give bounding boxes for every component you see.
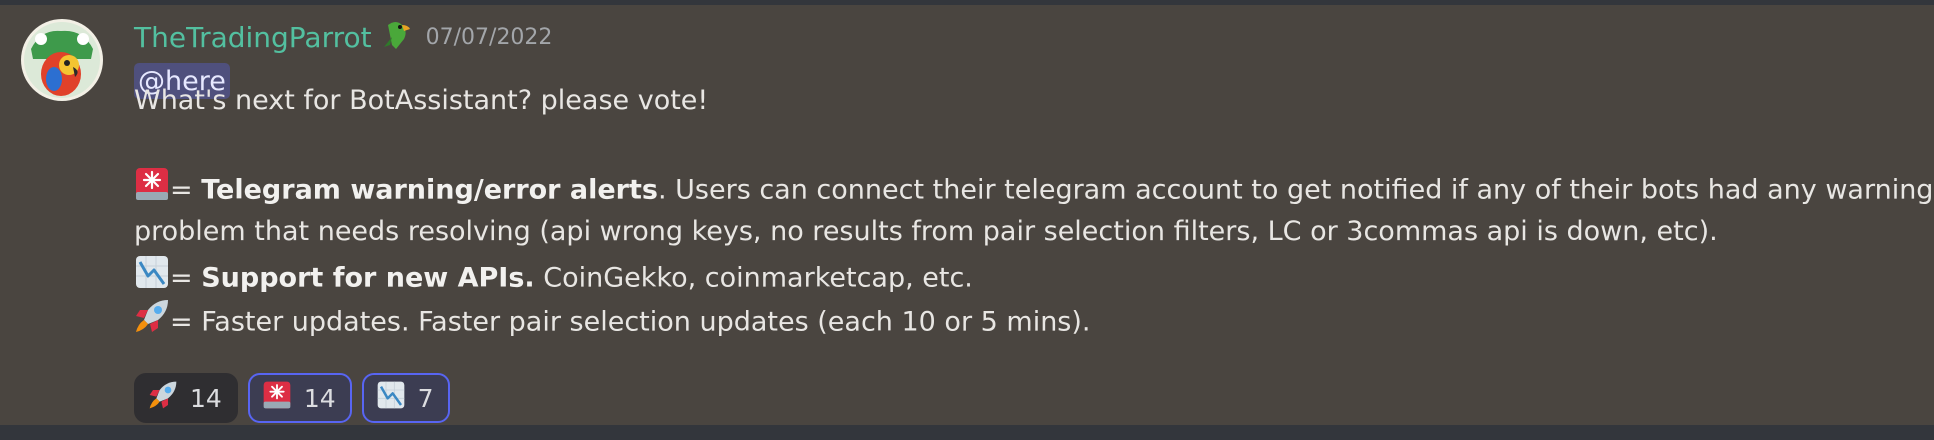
chart-decreasing-icon: [134, 254, 170, 304]
item-text: . Users can connect their telegram accou…: [657, 174, 1934, 206]
rocket-icon: [134, 298, 170, 348]
reactions-bar: 14 14 7: [134, 373, 450, 423]
item-prefix: =: [170, 306, 202, 338]
avatar[interactable]: [21, 19, 103, 101]
rotating-light-icon: [262, 380, 292, 416]
item-prefix: =: [170, 174, 202, 206]
item-text: Faster updates. Faster pair selection up…: [201, 306, 1091, 338]
reaction-rocket[interactable]: 14: [134, 373, 238, 423]
item-telegram-alerts: = Telegram warning/error alerts. Users c…: [134, 166, 1934, 216]
reaction-rotating-light[interactable]: 14: [247, 373, 352, 423]
reaction-count: 7: [417, 383, 434, 413]
timestamp: 07/07/2022: [425, 24, 553, 50]
reaction-count: 14: [303, 383, 336, 413]
item-prefix: =: [170, 262, 202, 294]
message-header: TheTradingParrot 07/07/2022: [134, 17, 552, 57]
item-telegram-continuation: problem that needs resolving (api wrong …: [134, 216, 1718, 247]
reaction-chart-decreasing[interactable]: 7: [361, 373, 450, 423]
item-new-apis: = Support for new APIs. CoinGekko, coinm…: [134, 254, 973, 304]
item-faster-updates: = Faster updates. Faster pair selection …: [134, 298, 1091, 348]
chart-decreasing-icon: [376, 380, 406, 416]
parrot-icon: [380, 17, 416, 57]
rotating-light-icon: [134, 166, 170, 216]
reaction-count: 14: [190, 383, 222, 413]
item-bold: Telegram warning/error alerts: [201, 174, 658, 206]
rocket-icon: [148, 380, 178, 416]
username[interactable]: TheTradingParrot: [134, 21, 372, 54]
item-bold: Support for new APIs.: [201, 262, 535, 294]
message-container: TheTradingParrot 07/07/2022 @here What's…: [0, 5, 1934, 425]
item-text: CoinGekko, coinmarketcap, etc.: [534, 262, 973, 294]
intro-text: What's next for BotAssistant? please vot…: [134, 85, 709, 116]
